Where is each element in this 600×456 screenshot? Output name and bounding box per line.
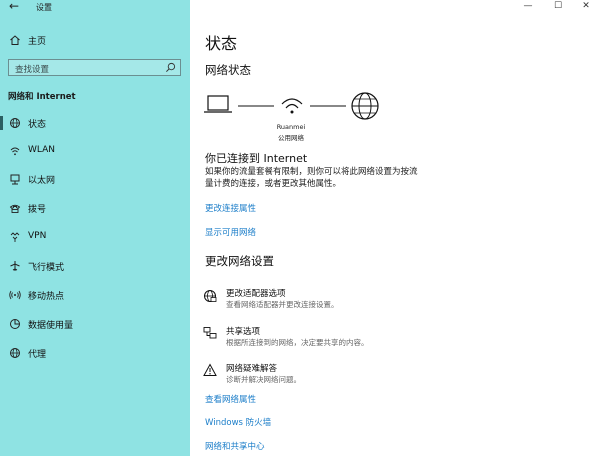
sidebar-item-wlan[interactable]: WLAN — [0, 141, 190, 161]
wifi-signal-icon — [281, 98, 303, 114]
sidebar: ← 设置 主页 查找设置 网络和 Internet 状态 WLAN 以太网 拨号… — [0, 0, 190, 456]
hotspot-icon — [8, 288, 22, 302]
sidebar-item-label: 数据使用量 — [28, 321, 74, 331]
sidebar-item-label: 状态 — [28, 120, 47, 130]
sidebar-item-label: 代理 — [28, 350, 47, 360]
connected-heading: 你已连接到 Internet — [205, 152, 308, 165]
ethernet-icon — [8, 172, 22, 186]
search-input[interactable]: 查找设置 — [8, 59, 181, 76]
sidebar-item-dialup[interactable]: 拨号 — [0, 198, 190, 218]
option-adapter-desc: 查看网络适配器并更改连接设置。 — [226, 300, 339, 309]
network-type: 公用网络 — [278, 134, 304, 142]
option-sharing-title[interactable]: 共享选项 — [226, 325, 260, 337]
laptop-icon — [204, 95, 232, 113]
dialup-icon — [8, 201, 22, 215]
sharing-icon — [203, 325, 217, 339]
change-network-settings-heading: 更改网络设置 — [205, 254, 274, 268]
sidebar-item-proxy[interactable]: 代理 — [0, 343, 190, 363]
sidebar-item-label: 移动热点 — [28, 292, 65, 302]
title-bar: ← 设置 — [0, 0, 190, 14]
warning-icon — [203, 362, 217, 376]
data-usage-icon — [8, 317, 22, 331]
sidebar-item-status[interactable]: 状态 — [0, 113, 190, 133]
sidebar-item-label: VPN — [28, 231, 47, 241]
vpn-icon — [8, 230, 22, 244]
page-title: 状态 — [205, 34, 238, 53]
sidebar-item-label: 飞行模式 — [28, 263, 65, 273]
sidebar-item-home[interactable]: 主页 — [0, 30, 190, 50]
network-name: Ruanmei — [276, 123, 306, 131]
wifi-icon — [8, 144, 22, 158]
sidebar-item-label: WLAN — [28, 145, 56, 155]
sidebar-item-label: 主页 — [28, 37, 47, 47]
option-adapter-title[interactable]: 更改适配器选项 — [226, 287, 286, 299]
main-content: 状态 网络状态 Ruanmei 公用网络 你已连接到 Internet 如果你的… — [190, 0, 600, 456]
sidebar-item-ethernet[interactable]: 以太网 — [0, 169, 190, 189]
airplane-icon — [8, 259, 22, 273]
connected-description: 如果你的流量套餐有限制，则你可以将此网络设置为按流量计费的连接，或者更改其他属性… — [205, 167, 418, 189]
option-sharing-desc: 根据所连接到的网络，决定要共享的内容。 — [226, 338, 369, 347]
adapter-icon — [203, 288, 217, 302]
search-placeholder: 查找设置 — [15, 65, 50, 75]
sidebar-section-title: 网络和 Internet — [8, 92, 76, 102]
back-arrow-icon[interactable]: ← — [9, 0, 19, 12]
view-network-properties-link[interactable]: 查看网络属性 — [205, 393, 256, 405]
app-title: 设置 — [36, 3, 52, 12]
change-connection-properties-link[interactable]: 更改连接属性 — [205, 202, 256, 214]
sidebar-item-airplane[interactable]: 飞行模式 — [0, 256, 190, 276]
sidebar-item-label: 拨号 — [28, 205, 47, 215]
sidebar-item-hotspot[interactable]: 移动热点 — [0, 285, 190, 305]
show-available-networks-link[interactable]: 显示可用网络 — [205, 226, 256, 238]
option-troubleshoot-desc: 诊断并解决网络问题。 — [226, 375, 301, 384]
sidebar-item-data-usage[interactable]: 数据使用量 — [0, 314, 190, 334]
sidebar-item-vpn[interactable]: VPN — [0, 227, 190, 247]
internet-globe-icon — [351, 92, 379, 120]
network-sharing-center-link[interactable]: 网络和共享中心 — [205, 440, 265, 452]
sidebar-item-label: 以太网 — [28, 176, 56, 186]
windows-firewall-link[interactable]: Windows 防火墙 — [205, 416, 271, 428]
globe-icon — [8, 116, 22, 130]
network-diagram: Ruanmei 公用网络 — [200, 88, 400, 148]
search-icon — [166, 62, 176, 72]
option-troubleshoot-title[interactable]: 网络疑难解答 — [226, 362, 277, 374]
network-status-heading: 网络状态 — [205, 63, 251, 77]
globe-icon — [8, 346, 22, 360]
home-icon — [8, 33, 22, 47]
